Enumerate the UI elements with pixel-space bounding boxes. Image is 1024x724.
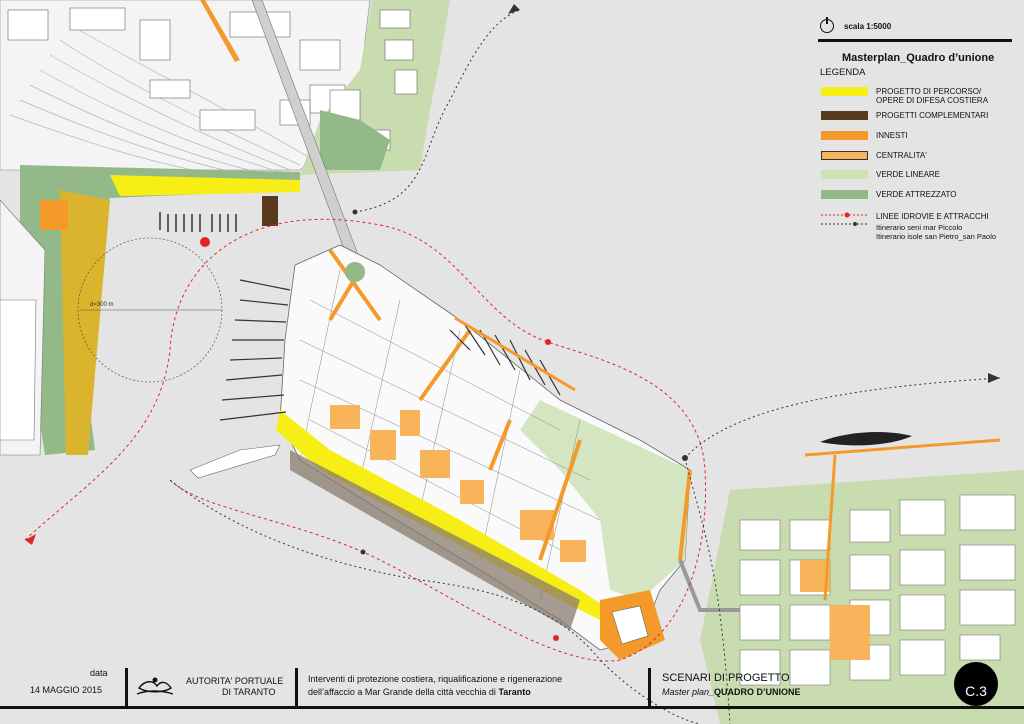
complementari-north xyxy=(262,196,278,226)
legend-item-label: VERDE LINEARE xyxy=(876,170,941,179)
legend-route-1: Itinerario seni mar Piccolo xyxy=(876,223,963,232)
swatch-innesti xyxy=(821,131,868,140)
date-label: data xyxy=(90,668,108,678)
authority-logo-icon xyxy=(136,677,174,695)
park-roundabout xyxy=(345,262,365,282)
footer-baseline xyxy=(0,706,1024,709)
scale-indicator: scala 1:5000 xyxy=(818,17,1018,38)
legend-routes-label: LINEE IDROVIE E ATTRACCHI xyxy=(876,212,989,221)
swatch-verde-attrezzato xyxy=(821,190,868,199)
legend-subtitle: LEGENDA xyxy=(820,67,866,78)
authority-line-2: DI TARANTO xyxy=(222,687,276,697)
scenario-title: SCENARI DI PROGETTO xyxy=(662,672,790,684)
date-value: 14 MAGGIO 2015 xyxy=(30,685,103,695)
scale-label: scala 1:5000 xyxy=(844,22,892,31)
swatch-centralita xyxy=(821,151,868,160)
swatch-verde-lineare xyxy=(821,170,868,179)
swatch-complementari xyxy=(821,111,868,120)
route-samples xyxy=(821,212,868,226)
sheet-number-badge: C.3 xyxy=(954,662,998,706)
red-route-stop xyxy=(545,339,551,345)
black-route-stop-2 xyxy=(360,549,366,555)
project-line-1: Interventi di protezione costiera, riqua… xyxy=(308,674,563,684)
divider-1 xyxy=(125,668,128,708)
title-block: data 14 MAGGIO 2015 AUTORITA' PORTUALE D… xyxy=(0,668,1024,724)
legend-item-percorso: PROGETTO DI PERCORSO/OPERE DI DIFESA COS… xyxy=(818,87,1018,105)
pier-west-building xyxy=(0,299,37,441)
legend-item-centralita: CENTRALITA' xyxy=(818,151,1018,165)
black-route-stop-3 xyxy=(352,209,358,215)
legend-item-routes: LINEE IDROVIE E ATTRACCHI Itinerario sen… xyxy=(818,212,1018,244)
legend-item-label: INNESTI xyxy=(876,131,908,140)
attracco-marker xyxy=(200,237,210,247)
scenario-subtitle: Master plan_QUADRO D’UNIONE xyxy=(662,687,801,697)
divider-3 xyxy=(648,668,651,708)
legend-item-complementari: PROGETTI COMPLEMENTARI xyxy=(818,111,1018,125)
swatch-percorso xyxy=(821,87,868,96)
red-route-stop-2 xyxy=(553,635,559,641)
masterplan-map: d=300 m xyxy=(0,0,1024,724)
legend-divider xyxy=(818,39,1012,42)
legend-item-label: VERDE ATTREZZATO xyxy=(876,190,957,199)
legend-title: Masterplan_Quadro d’unione xyxy=(842,52,995,64)
authority-line-1: AUTORITA' PORTUALE xyxy=(186,676,284,686)
legend-route-2: Itinerario isole san Pietro_san Paolo xyxy=(876,232,997,241)
project-line-2: dell’affaccio a Mar Grande della città v… xyxy=(308,687,531,697)
innesto-west xyxy=(40,200,68,230)
legend-item-innesti: INNESTI xyxy=(818,131,1018,145)
north-arrow-icon xyxy=(820,17,834,33)
divider-2 xyxy=(295,668,298,708)
centralita-southeast-2 xyxy=(830,605,870,660)
legend-item-label: CENTRALITA' xyxy=(876,151,927,160)
legend-item-label: PROGETTI COMPLEMENTARI xyxy=(876,111,989,120)
legend-item-verde-lineare: VERDE LINEARE xyxy=(818,170,1018,184)
legend-item-verde-attrezzato: VERDE ATTREZZATO xyxy=(818,190,1018,204)
legend-item-label: PROGETTO DI PERCORSO/OPERE DI DIFESA COS… xyxy=(876,87,989,105)
radius-label: d=300 m xyxy=(90,302,114,308)
black-route-stop xyxy=(682,455,688,461)
